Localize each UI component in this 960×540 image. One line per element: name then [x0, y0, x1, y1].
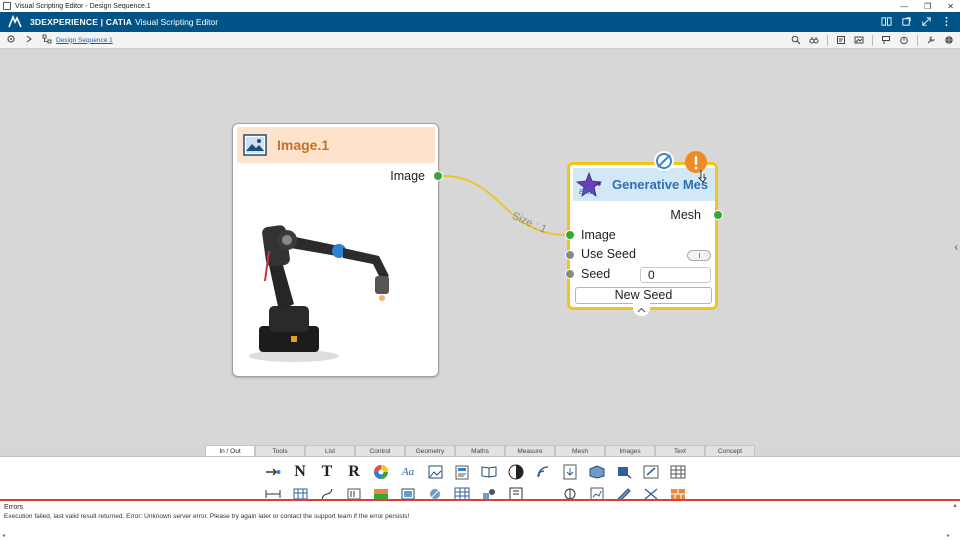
image-output-port-label: Image: [390, 169, 425, 183]
generative-star-icon: Beta: [575, 170, 605, 200]
color-wheel-icon[interactable]: [372, 463, 390, 481]
n-number-icon[interactable]: N: [291, 463, 309, 481]
tab-mesh[interactable]: Mesh: [555, 445, 605, 456]
errors-scroll-up-icon[interactable]: ▲: [952, 503, 958, 509]
app-header: 3DEXPERIENCE | CATIA Visual Scripting Ed…: [0, 12, 960, 32]
generative-node-title: Generative Mes: [612, 177, 709, 192]
tab-geometry[interactable]: Geometry: [405, 445, 455, 456]
robot-arm-image: [249, 225, 389, 362]
use-seed-input-port[interactable]: [565, 250, 575, 260]
image-node-header[interactable]: Image.1: [237, 127, 435, 163]
editor-toolbar: Design Sequence 1: [0, 32, 960, 49]
window-titlebar: Visual Scripting Editor - Design Sequenc…: [0, 0, 960, 12]
errors-title: Errors: [4, 504, 24, 511]
contrast-icon[interactable]: [507, 463, 525, 481]
binoculars-icon[interactable]: [809, 35, 819, 47]
zoom-search-icon[interactable]: [791, 35, 801, 47]
scroll-left-icon[interactable]: ◂: [2, 533, 5, 539]
picture-icon: [243, 134, 267, 156]
tab-text[interactable]: Text: [655, 445, 705, 456]
mesh-output-port[interactable]: [713, 210, 723, 220]
app-name: Visual Scripting Editor: [135, 17, 219, 27]
use-seed-label: Use Seed: [581, 247, 636, 261]
generative-mesh-node[interactable]: Beta Generative Mes Mesh Image Use Seed …: [565, 162, 723, 310]
scripting-canvas[interactable]: Size : 1 ‹ Image.1 Image Beta Generative…: [0, 49, 960, 445]
shaded-surface-icon[interactable]: [588, 463, 606, 481]
tab-concept[interactable]: Concept: [705, 445, 755, 456]
3ds-logo-icon[interactable]: [4, 12, 26, 32]
scroll-right-icon[interactable]: ▸: [947, 532, 950, 539]
palette-tab-bar: In / Out Tools List Control Geometry Mat…: [205, 445, 755, 456]
tab-maths[interactable]: Maths: [455, 445, 505, 456]
fullscreen-icon[interactable]: [921, 16, 932, 29]
more-options-icon[interactable]: [941, 16, 952, 29]
breadcrumb-design-sequence[interactable]: Design Sequence 1: [56, 37, 113, 44]
seed-label: Seed: [581, 267, 611, 281]
tab-measure[interactable]: Measure: [505, 445, 555, 456]
image-input-port[interactable]: [565, 230, 575, 240]
wrench-icon[interactable]: [926, 35, 936, 47]
download-file-icon[interactable]: [561, 463, 579, 481]
brand-label: 3DEXPERIENCE | CATIA: [30, 17, 133, 27]
signal-icon[interactable]: [534, 463, 552, 481]
image-input-label: Image: [581, 228, 616, 242]
image-node[interactable]: Image.1 Image: [232, 123, 443, 377]
image-node-title: Image.1: [277, 137, 330, 153]
tab-control[interactable]: Control: [355, 445, 405, 456]
edit-table-icon[interactable]: [642, 463, 660, 481]
use-seed-toggle[interactable]: [687, 250, 711, 261]
errors-panel: Errors Execution failed, last valid resu…: [0, 499, 960, 540]
seed-value-field[interactable]: 0: [640, 267, 711, 283]
book-icon[interactable]: [480, 463, 498, 481]
r-real-icon[interactable]: R: [345, 463, 363, 481]
tab-images[interactable]: Images: [605, 445, 655, 456]
maximize-button[interactable]: ❐: [924, 2, 931, 11]
chevron-right-icon: [24, 34, 34, 46]
image-view-icon[interactable]: [854, 35, 864, 47]
image-output-port[interactable]: [433, 171, 443, 181]
beta-label: Beta: [579, 188, 594, 196]
bypass-icon[interactable]: [653, 150, 675, 172]
globe-icon[interactable]: [944, 35, 954, 47]
image-picker-icon[interactable]: [426, 463, 444, 481]
flag-icon[interactable]: [881, 35, 891, 47]
connection-wire-layer: [442, 175, 567, 236]
error-message: Execution failed, last valid result retu…: [4, 513, 410, 520]
font-style-icon[interactable]: Aa: [399, 463, 417, 481]
mesh-output-port-label: Mesh: [670, 208, 701, 222]
table-icon[interactable]: [669, 463, 687, 481]
tab-list[interactable]: List: [305, 445, 355, 456]
t-text-icon[interactable]: T: [318, 463, 336, 481]
tab-in-out[interactable]: In / Out: [205, 445, 255, 456]
side-panel-toggle-chevron-icon[interactable]: ‹: [955, 242, 958, 253]
form-icon[interactable]: [453, 463, 471, 481]
output-arrow-icon[interactable]: [264, 463, 282, 481]
window-title: Visual Scripting Editor - Design Sequenc…: [15, 2, 151, 10]
minimize-button[interactable]: —: [900, 2, 908, 11]
seed-input-port[interactable]: [565, 269, 575, 279]
node-palette: N T R Aa: [0, 456, 960, 501]
panel-layout-icon[interactable]: [881, 16, 892, 29]
timer-icon[interactable]: [899, 35, 909, 47]
new-seed-button[interactable]: New Seed: [575, 287, 712, 304]
notes-icon[interactable]: [836, 35, 846, 47]
settings-gear-icon[interactable]: [6, 34, 16, 46]
close-button[interactable]: ✕: [947, 2, 954, 11]
mesh-import-icon[interactable]: [615, 463, 633, 481]
errors-horizontal-scrollbar[interactable]: ◂ ▸: [2, 532, 958, 539]
share-icon[interactable]: [901, 16, 912, 29]
tab-tools[interactable]: Tools: [255, 445, 305, 456]
app-window-icon: [3, 2, 11, 10]
mouse-pointer-icon: [698, 170, 707, 183]
sequence-tree-icon: [42, 34, 52, 46]
